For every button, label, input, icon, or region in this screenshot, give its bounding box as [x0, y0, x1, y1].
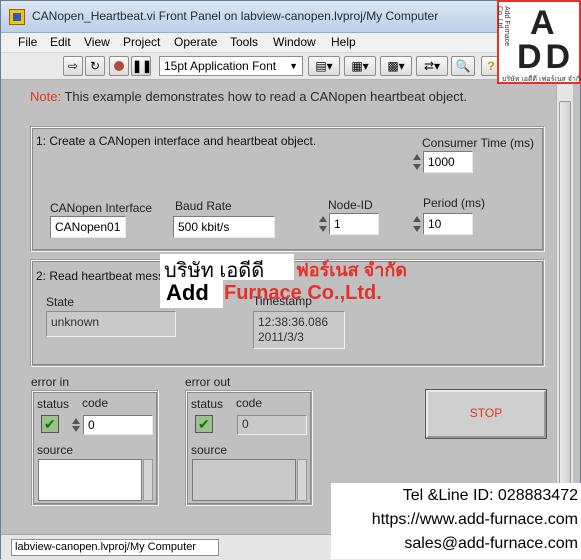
error-in-source-label: source [37, 443, 74, 457]
distribute-objects-icon[interactable]: ▦▾ [344, 56, 376, 76]
menu-bar: File Edit View Project Operate Tools Win… [1, 33, 581, 53]
create-interface-section: 1: Create a CANopen interface and heartb… [30, 126, 545, 252]
error-in-status-checkbox[interactable]: ✔ [41, 415, 59, 433]
consumer-time-label: Consumer Time (ms) [422, 136, 535, 150]
state-indicator: unknown [46, 311, 176, 337]
error-in-title: error in [31, 375, 70, 389]
error-out-source-indicator [192, 459, 296, 501]
timestamp-indicator: 12:38:36.086 2011/3/3 [253, 311, 345, 349]
checkmark-icon: ✔ [44, 416, 56, 432]
error-in-cluster: status code ✔ 0 source [31, 390, 159, 506]
period-input[interactable]: 10 [423, 213, 473, 235]
watermark-thai-name-red: ฟอร์เนส จำกัด [296, 260, 407, 280]
section1-title: 1: Create a CANopen interface and heartb… [36, 134, 317, 148]
period-label: Period (ms) [423, 196, 486, 210]
error-out-source-scrollbar[interactable] [297, 459, 307, 501]
error-in-code-input[interactable]: 0 [83, 415, 153, 435]
error-in-code-increment[interactable] [71, 415, 81, 435]
node-id-increment[interactable] [318, 213, 328, 235]
menu-project[interactable]: Project [123, 35, 160, 49]
company-logo: Add Furnace Co.,Ltd. A DD บริษัท เอดีดี … [496, 0, 581, 84]
scrollbar-thumb[interactable] [559, 101, 571, 514]
node-id-label: Node-ID [328, 198, 373, 212]
watermark-contact: Tel &Line ID: 028883472 https://www.add-… [331, 483, 581, 559]
checkmark-icon: ✔ [198, 416, 210, 432]
watermark-tel: Tel &Line ID: 028883472 [402, 487, 578, 504]
timestamp-time: 12:38:36.086 [258, 315, 329, 329]
note-label: Note: [30, 89, 62, 104]
menu-file[interactable]: File [18, 35, 37, 49]
section2-title: 2: Read heartbeat messa [36, 269, 171, 283]
run-continuously-icon[interactable]: ↻ [85, 56, 105, 76]
logo-letters-dd: DD [517, 38, 575, 76]
menu-tools[interactable]: Tools [230, 35, 258, 49]
error-in-source-input[interactable] [38, 459, 142, 501]
resize-objects-icon[interactable]: ▩▾ [380, 56, 412, 76]
menu-operate[interactable]: Operate [174, 35, 217, 49]
toolbar: ⇨ ↻ ❚❚ 15pt Application Font ▼ ▤▾ ▦▾ ▩▾ … [1, 53, 581, 80]
watermark-furnace: Furnace Co.,Ltd. [224, 282, 382, 304]
node-id-input[interactable]: 1 [329, 213, 379, 235]
abort-icon[interactable] [109, 56, 129, 76]
menu-view[interactable]: View [84, 35, 110, 49]
watermark-add: Add [160, 280, 223, 308]
reorder-icon[interactable]: ⇄▾ [416, 56, 448, 76]
error-out-status-label: status [191, 397, 224, 411]
baud-rate-input[interactable]: 500 kbit/s [173, 216, 275, 238]
error-out-code-indicator: 0 [237, 415, 307, 435]
front-panel: Note: This example demonstrates how to r… [4, 81, 556, 534]
run-arrow-icon[interactable]: ⇨ [63, 56, 83, 76]
labview-vi-icon [9, 9, 25, 25]
vertical-scrollbar[interactable] [556, 81, 573, 534]
consumer-time-input[interactable]: 1000 [423, 151, 473, 173]
watermark-web: https://www.add-furnace.com [371, 511, 578, 528]
stop-button[interactable]: STOP [426, 390, 546, 438]
error-out-title: error out [185, 375, 231, 389]
note-text: This example demonstrates how to read a … [61, 89, 467, 104]
example-note: Note: This example demonstrates how to r… [30, 89, 467, 104]
state-label: State [46, 295, 75, 309]
error-out-status-led: ✔ [195, 415, 213, 433]
error-in-source-scrollbar[interactable] [143, 459, 153, 501]
window-title: CANopen_Heartbeat.vi Front Panel on labv… [32, 9, 439, 23]
watermark-email: sales@add-furnace.com [404, 535, 578, 552]
font-select[interactable]: 15pt Application Font ▼ [159, 56, 303, 76]
logo-company-text: Add Furnace Co.,Ltd. [496, 6, 510, 47]
menu-window[interactable]: Window [273, 35, 316, 49]
logo-thai-text: บริษัท เอดีดี เฟอร์เนส จำกัด [502, 76, 581, 83]
error-in-code-label: code [82, 396, 109, 410]
watermark-thai-name: บริษัท เอดีดี [160, 254, 294, 282]
error-out-cluster: status code ✔ 0 source [185, 390, 313, 506]
search-icon[interactable]: 🔍 [451, 56, 475, 76]
error-out-source-label: source [191, 443, 228, 457]
error-out-code-label: code [236, 396, 263, 410]
menu-edit[interactable]: Edit [50, 35, 71, 49]
canopen-interface-input[interactable]: CANopen01 [50, 216, 126, 238]
align-objects-icon[interactable]: ▤▾ [308, 56, 340, 76]
canopen-interface-label: CANopen Interface [50, 201, 153, 215]
menu-help[interactable]: Help [331, 35, 356, 49]
chevron-down-icon: ▼ [289, 61, 298, 71]
pause-icon[interactable]: ❚❚ [131, 56, 152, 76]
period-increment[interactable] [412, 213, 422, 235]
project-path: labview-canopen.lvproj/My Computer [11, 539, 219, 556]
timestamp-date: 2011/3/3 [258, 330, 304, 344]
error-in-status-label: status [37, 397, 70, 411]
consumer-time-increment[interactable] [412, 151, 422, 173]
baud-rate-label: Baud Rate [175, 199, 232, 213]
title-bar[interactable]: CANopen_Heartbeat.vi Front Panel on labv… [1, 1, 581, 33]
